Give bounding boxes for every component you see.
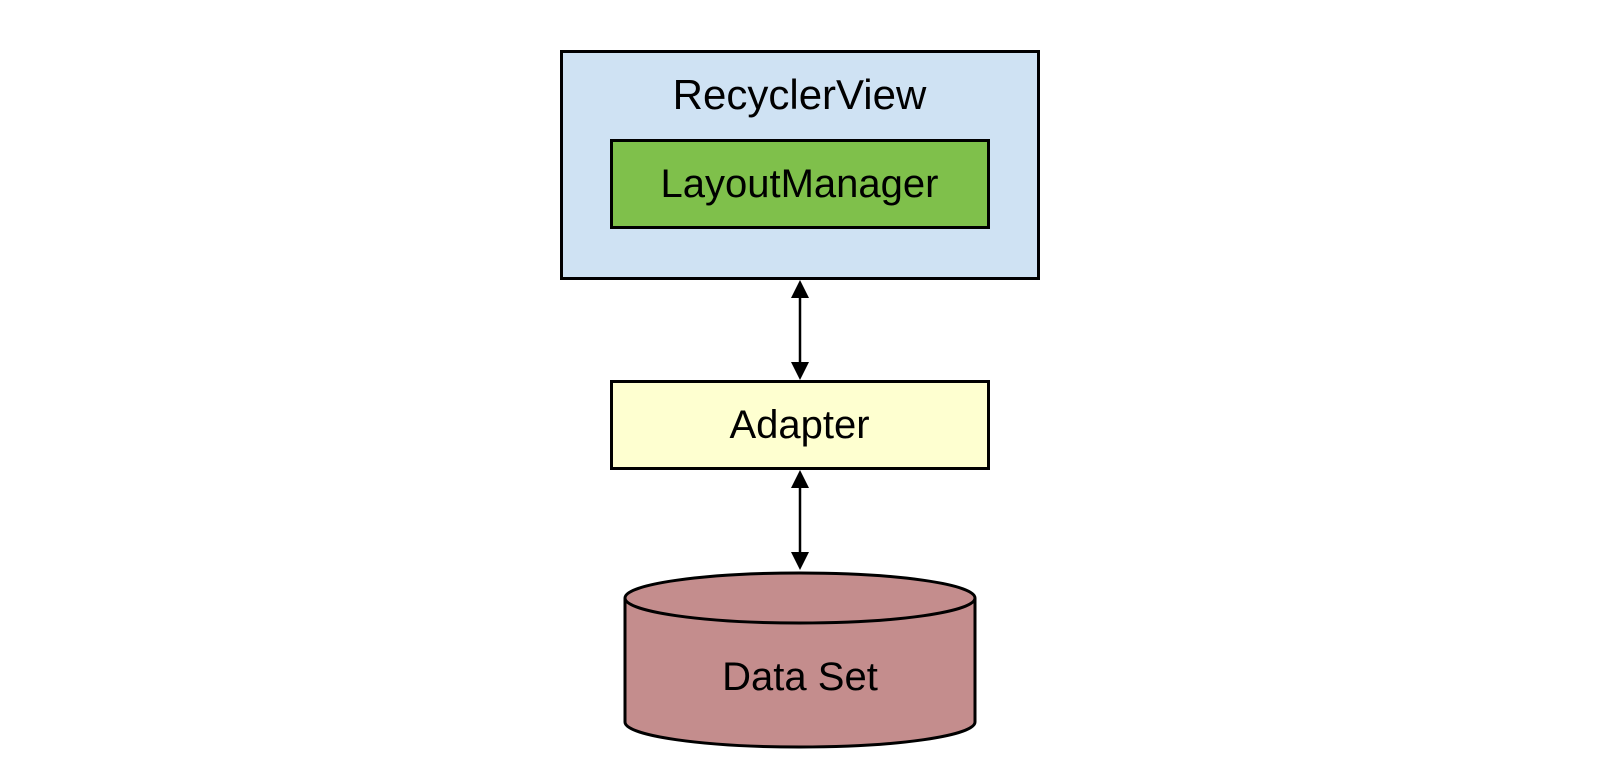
- arrow-adapter-dataset: [560, 470, 1040, 570]
- dataset-cylinder-icon: Data Set: [620, 570, 980, 750]
- double-arrow-icon: [780, 280, 820, 380]
- adapter-title: Adapter: [729, 403, 869, 448]
- diagram-root: RecyclerView LayoutManager Adapter Data …: [560, 50, 1040, 750]
- double-arrow-icon: [780, 470, 820, 570]
- recyclerview-title: RecyclerView: [673, 71, 927, 119]
- arrow-recyclerview-adapter: [560, 280, 1040, 380]
- layoutmanager-box: LayoutManager: [610, 139, 990, 229]
- recyclerview-box: RecyclerView LayoutManager: [560, 50, 1040, 280]
- adapter-box: Adapter: [610, 380, 990, 470]
- layoutmanager-title: LayoutManager: [661, 162, 939, 207]
- dataset-title: Data Set: [722, 655, 878, 699]
- dataset-container: Data Set: [560, 570, 1040, 750]
